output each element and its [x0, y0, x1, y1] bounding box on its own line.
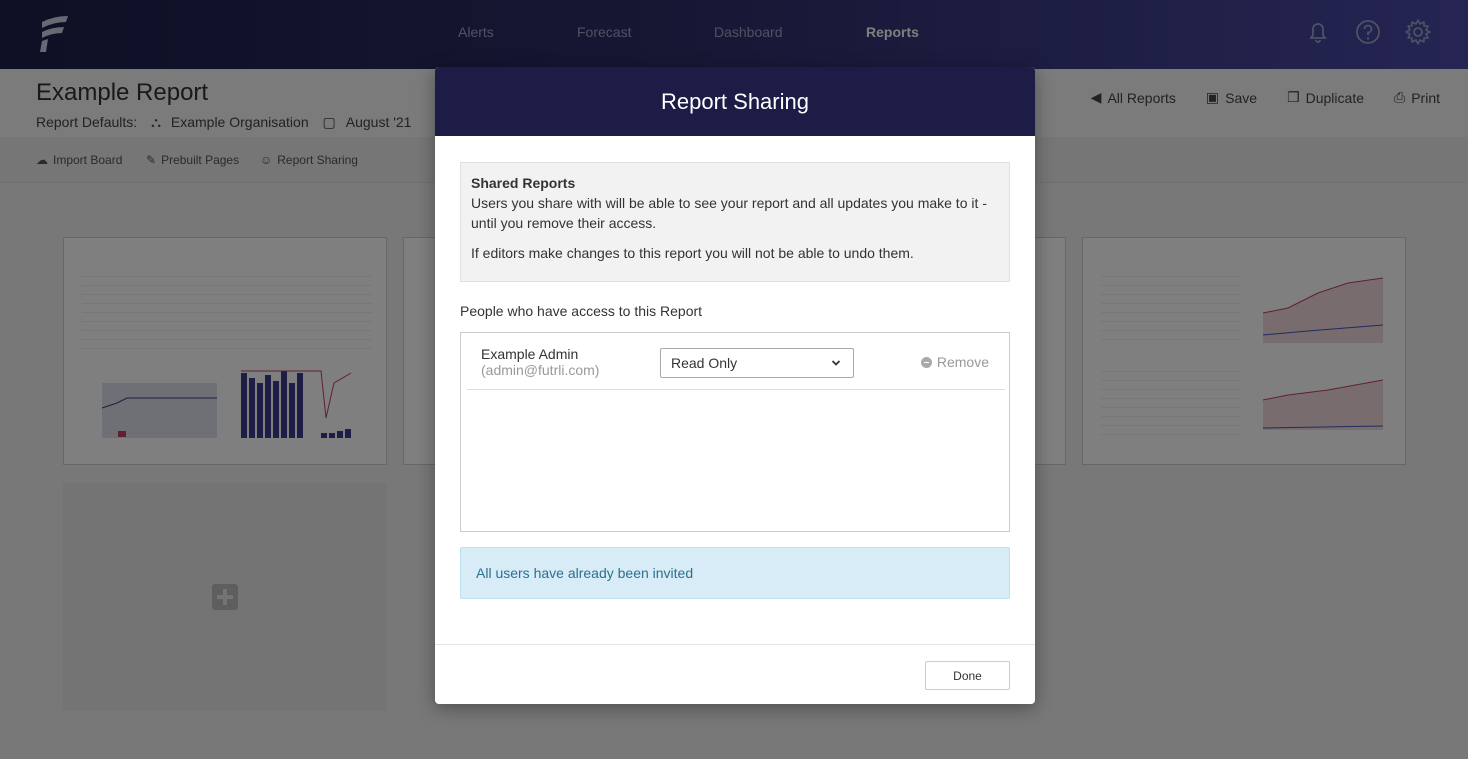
info-warning: If editors make changes to this report y… — [471, 245, 914, 261]
modal-title: Report Sharing — [435, 67, 1035, 136]
shared-reports-info: Shared Reports Users you share with will… — [460, 162, 1010, 282]
user-name: Example Admin — [481, 346, 579, 362]
permission-value: Read Only — [671, 355, 738, 371]
remove-user-button[interactable]: Remove — [920, 354, 989, 370]
chevron-down-icon — [831, 360, 841, 366]
done-button[interactable]: Done — [925, 661, 1010, 690]
minus-circle-icon — [920, 356, 932, 368]
user-row: Example Admin (admin@futrli.com) Read On… — [467, 333, 1005, 390]
user-email: (admin@futrli.com) — [481, 362, 600, 378]
access-list-label: People who have access to this Report — [460, 303, 703, 319]
report-sharing-modal: Report Sharing Shared Reports Users you … — [435, 67, 1035, 704]
modal-footer: Done — [435, 644, 1035, 704]
info-title: Shared Reports — [471, 175, 576, 191]
remove-label: Remove — [936, 354, 989, 370]
permission-select[interactable]: Read Only — [660, 348, 854, 378]
invite-status-alert: All users have already been invited — [460, 547, 1010, 599]
access-list: Example Admin (admin@futrli.com) Read On… — [460, 332, 1010, 532]
info-text: Users you share with will be able to see… — [471, 195, 987, 231]
